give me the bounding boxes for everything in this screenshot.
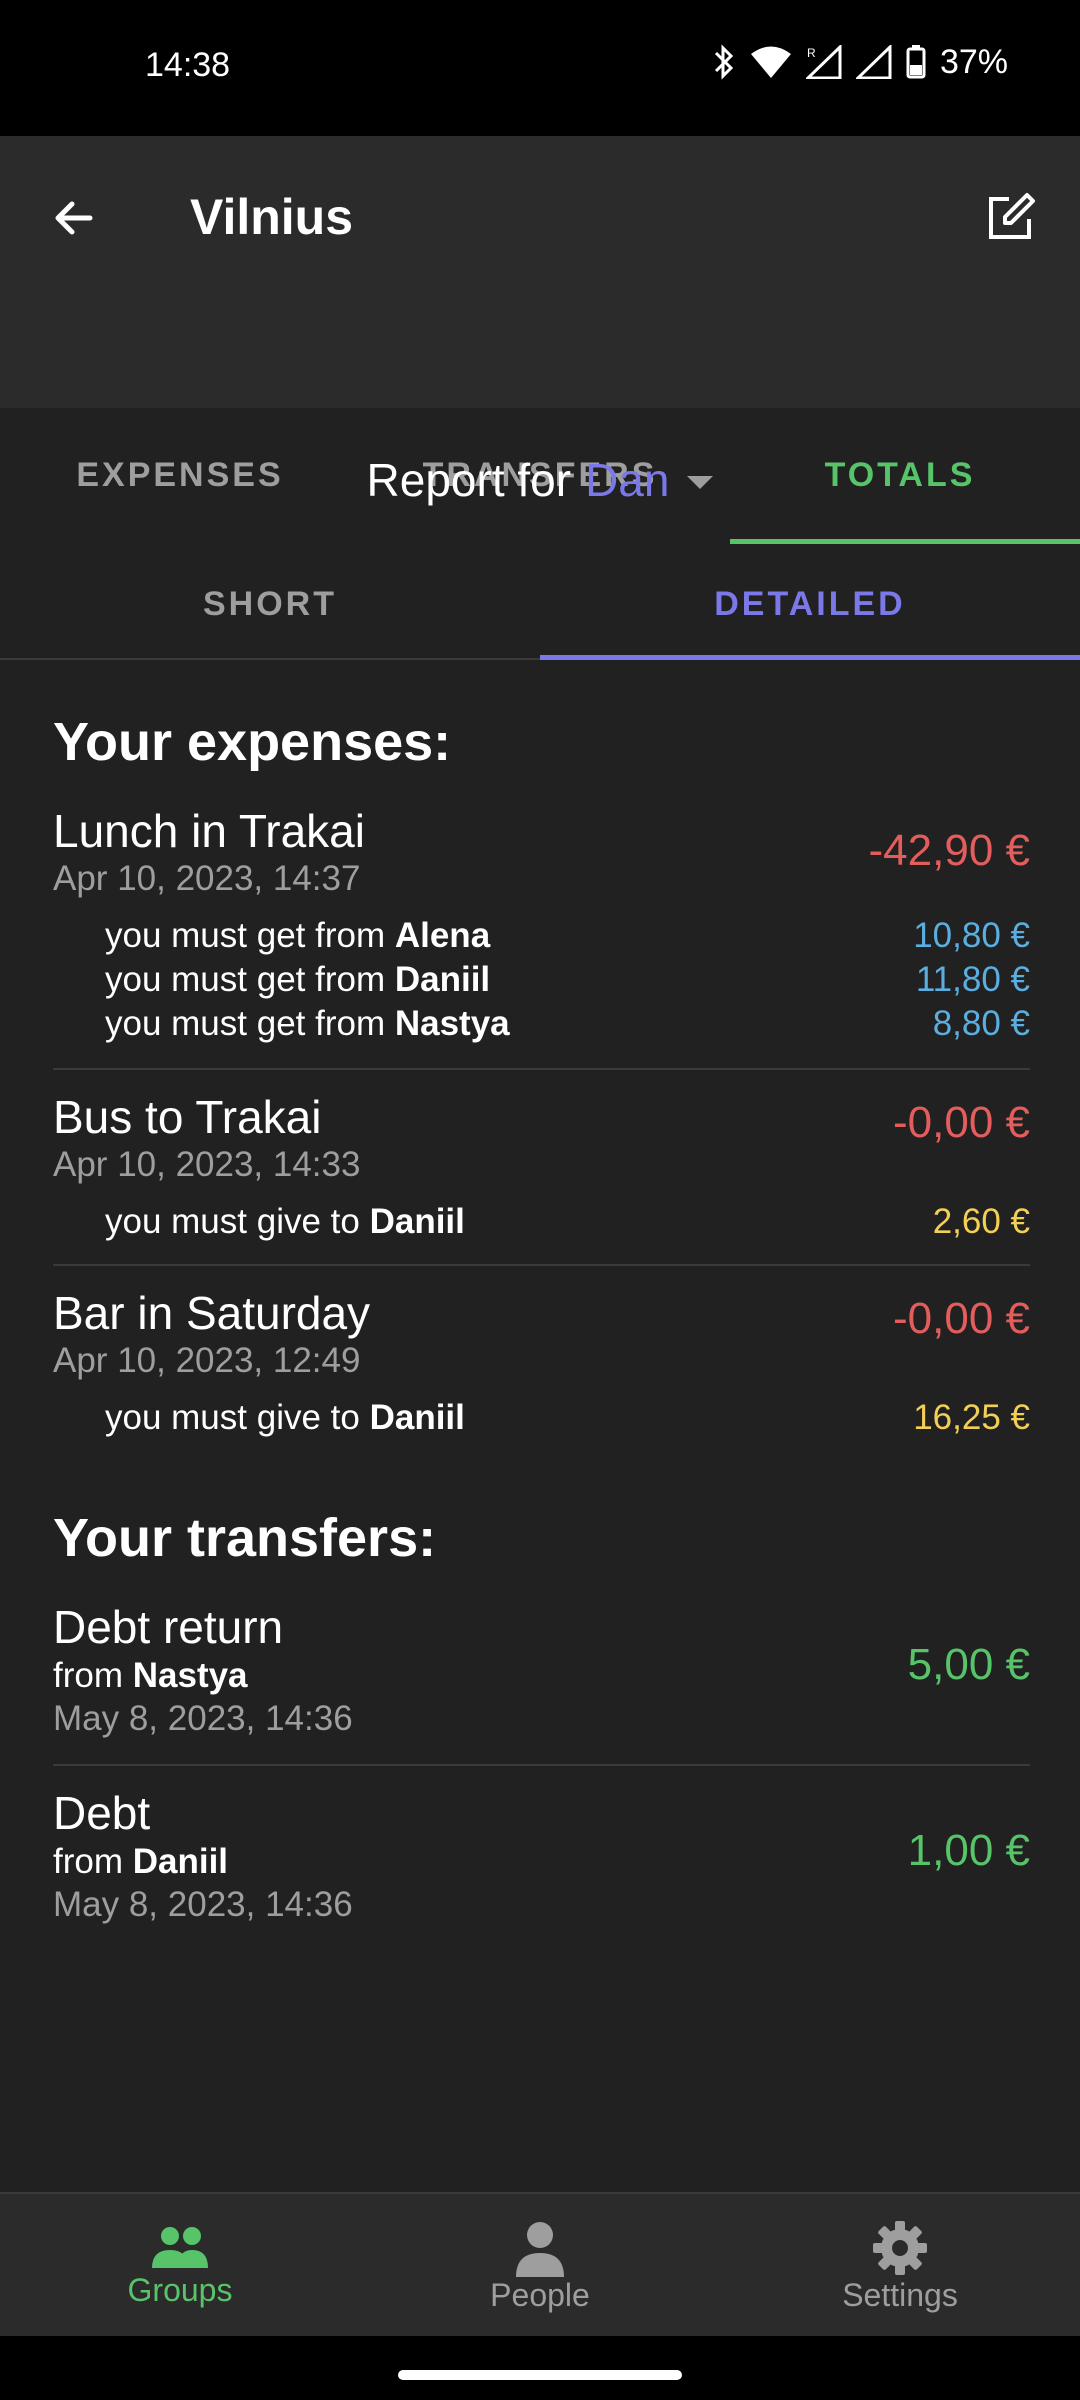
system-nav-bar [0, 2336, 1080, 2400]
home-handle[interactable] [398, 2370, 682, 2380]
share-person: Daniil [394, 960, 491, 999]
share-text: you must get from [105, 960, 386, 999]
expense-item[interactable]: Bus to Trakai Apr 10, 2023, 14:33 -0,00 … [53, 1070, 1030, 1266]
share-amount: 11,80 € [915, 960, 1030, 999]
share-person: Nastya [394, 1004, 510, 1043]
share-amount: 10,80 € [913, 916, 1030, 955]
bluetooth-icon [714, 44, 734, 80]
nav-label: Groups [127, 2271, 233, 2308]
battery-level: 37% [939, 42, 1008, 81]
nav-people[interactable]: People [360, 2194, 720, 2338]
arrow-back-icon [55, 201, 93, 235]
dropdown-arrow-icon [687, 475, 714, 489]
expense-date: Apr 10, 2023, 14:33 [53, 1145, 361, 1184]
status-bar: 14:38 R 37% [0, 0, 1080, 136]
tab-detailed[interactable]: DETAILED [540, 550, 1080, 660]
edit-button[interactable] [978, 186, 1042, 250]
report-person: Dan [585, 454, 670, 506]
nav-label: Settings [842, 2276, 958, 2313]
share-person: Alena [394, 916, 491, 955]
expense-amount: -42,90 € [868, 826, 1030, 875]
signal-icon-2 [855, 45, 892, 79]
transfers-heading: Your transfers: [53, 1508, 437, 1568]
transfer-title: Debt return [53, 1601, 284, 1653]
report-selector[interactable]: Report for Dan [0, 440, 1080, 520]
share-person: Daniil [369, 1202, 465, 1241]
transfer-item[interactable]: Debt return from Nastya May 8, 2023, 14:… [53, 1580, 1030, 1766]
share-amount: 2,60 € [932, 1202, 1030, 1241]
transfer-date: May 8, 2023, 14:36 [53, 1885, 353, 1924]
share-text: you must give to [105, 1398, 360, 1437]
edit-icon [989, 193, 1035, 239]
transfer-from-label: from [53, 1842, 123, 1881]
transfer-from-person: Daniil [132, 1842, 229, 1881]
bottom-navigation: Groups People Settings [0, 2192, 1080, 2338]
share-line: you must give to Daniil 16,25 € [53, 1396, 1030, 1440]
app-bar: Vilnius EXPENSES TRANSFERS TOTALS [0, 136, 1080, 544]
expense-amount: -0,00 € [893, 1294, 1030, 1343]
status-time: 14:38 [145, 46, 231, 84]
transfer-amount: 1,00 € [907, 1826, 1030, 1875]
nav-groups[interactable]: Groups [0, 2194, 360, 2338]
transfer-title: Debt [53, 1787, 151, 1839]
expense-item[interactable]: Bar in Saturday Apr 10, 2023, 12:49 -0,0… [53, 1266, 1030, 1460]
expense-title: Bus to Trakai [53, 1091, 322, 1143]
share-line: you must give to Daniil 2,60 € [53, 1200, 1030, 1244]
expense-amount: -0,00 € [893, 1098, 1030, 1147]
report-tabs: SHORT DETAILED [0, 550, 1080, 660]
transfer-from: from Nastya [53, 1654, 1030, 1698]
groups-icon [152, 2226, 208, 2268]
tab-short[interactable]: SHORT [0, 550, 540, 658]
share-line: you must get from Nastya 8,80 € [53, 1002, 1030, 1046]
expense-date: Apr 10, 2023, 12:49 [53, 1341, 361, 1380]
person-icon [516, 2221, 564, 2277]
nav-label: People [490, 2276, 590, 2313]
share-amount: 16,25 € [913, 1398, 1030, 1437]
transfer-item[interactable]: Debt from Daniil May 8, 2023, 14:36 1,00… [53, 1766, 1030, 1950]
expense-title: Bar in Saturday [53, 1287, 371, 1339]
expenses-heading: Your expenses: [53, 712, 452, 772]
report-label: Report for [366, 454, 572, 506]
back-button[interactable] [42, 186, 106, 250]
transfer-date: May 8, 2023, 14:36 [53, 1699, 353, 1738]
share-person: Daniil [369, 1398, 465, 1437]
group-title: Vilnius [190, 189, 354, 245]
transfer-amount: 5,00 € [907, 1640, 1030, 1689]
signal-icon: R [805, 45, 842, 79]
share-text: you must get from [105, 916, 386, 955]
svg-text:R: R [807, 46, 816, 60]
share-line: you must get from Daniil 11,80 € [53, 958, 1030, 1002]
share-amount: 8,80 € [932, 1004, 1030, 1043]
expense-item[interactable]: Lunch in Trakai Apr 10, 2023, 14:37 -42,… [53, 784, 1030, 1070]
transfer-from-label: from [53, 1656, 123, 1695]
nav-settings[interactable]: Settings [720, 2194, 1080, 2338]
share-text: you must give to [105, 1202, 360, 1241]
share-text: you must get from [105, 1004, 386, 1043]
transfer-from: from Daniil [53, 1840, 1030, 1884]
status-icons: R 37% [712, 42, 1008, 82]
battery-icon [906, 45, 926, 79]
report-content: Your expenses: Lunch in Trakai Apr 10, 2… [53, 700, 1030, 1950]
wifi-icon [750, 46, 791, 78]
gear-icon [873, 2220, 927, 2275]
transfer-from-person: Nastya [132, 1656, 248, 1695]
share-line: you must get from Alena 10,80 € [53, 914, 1030, 958]
